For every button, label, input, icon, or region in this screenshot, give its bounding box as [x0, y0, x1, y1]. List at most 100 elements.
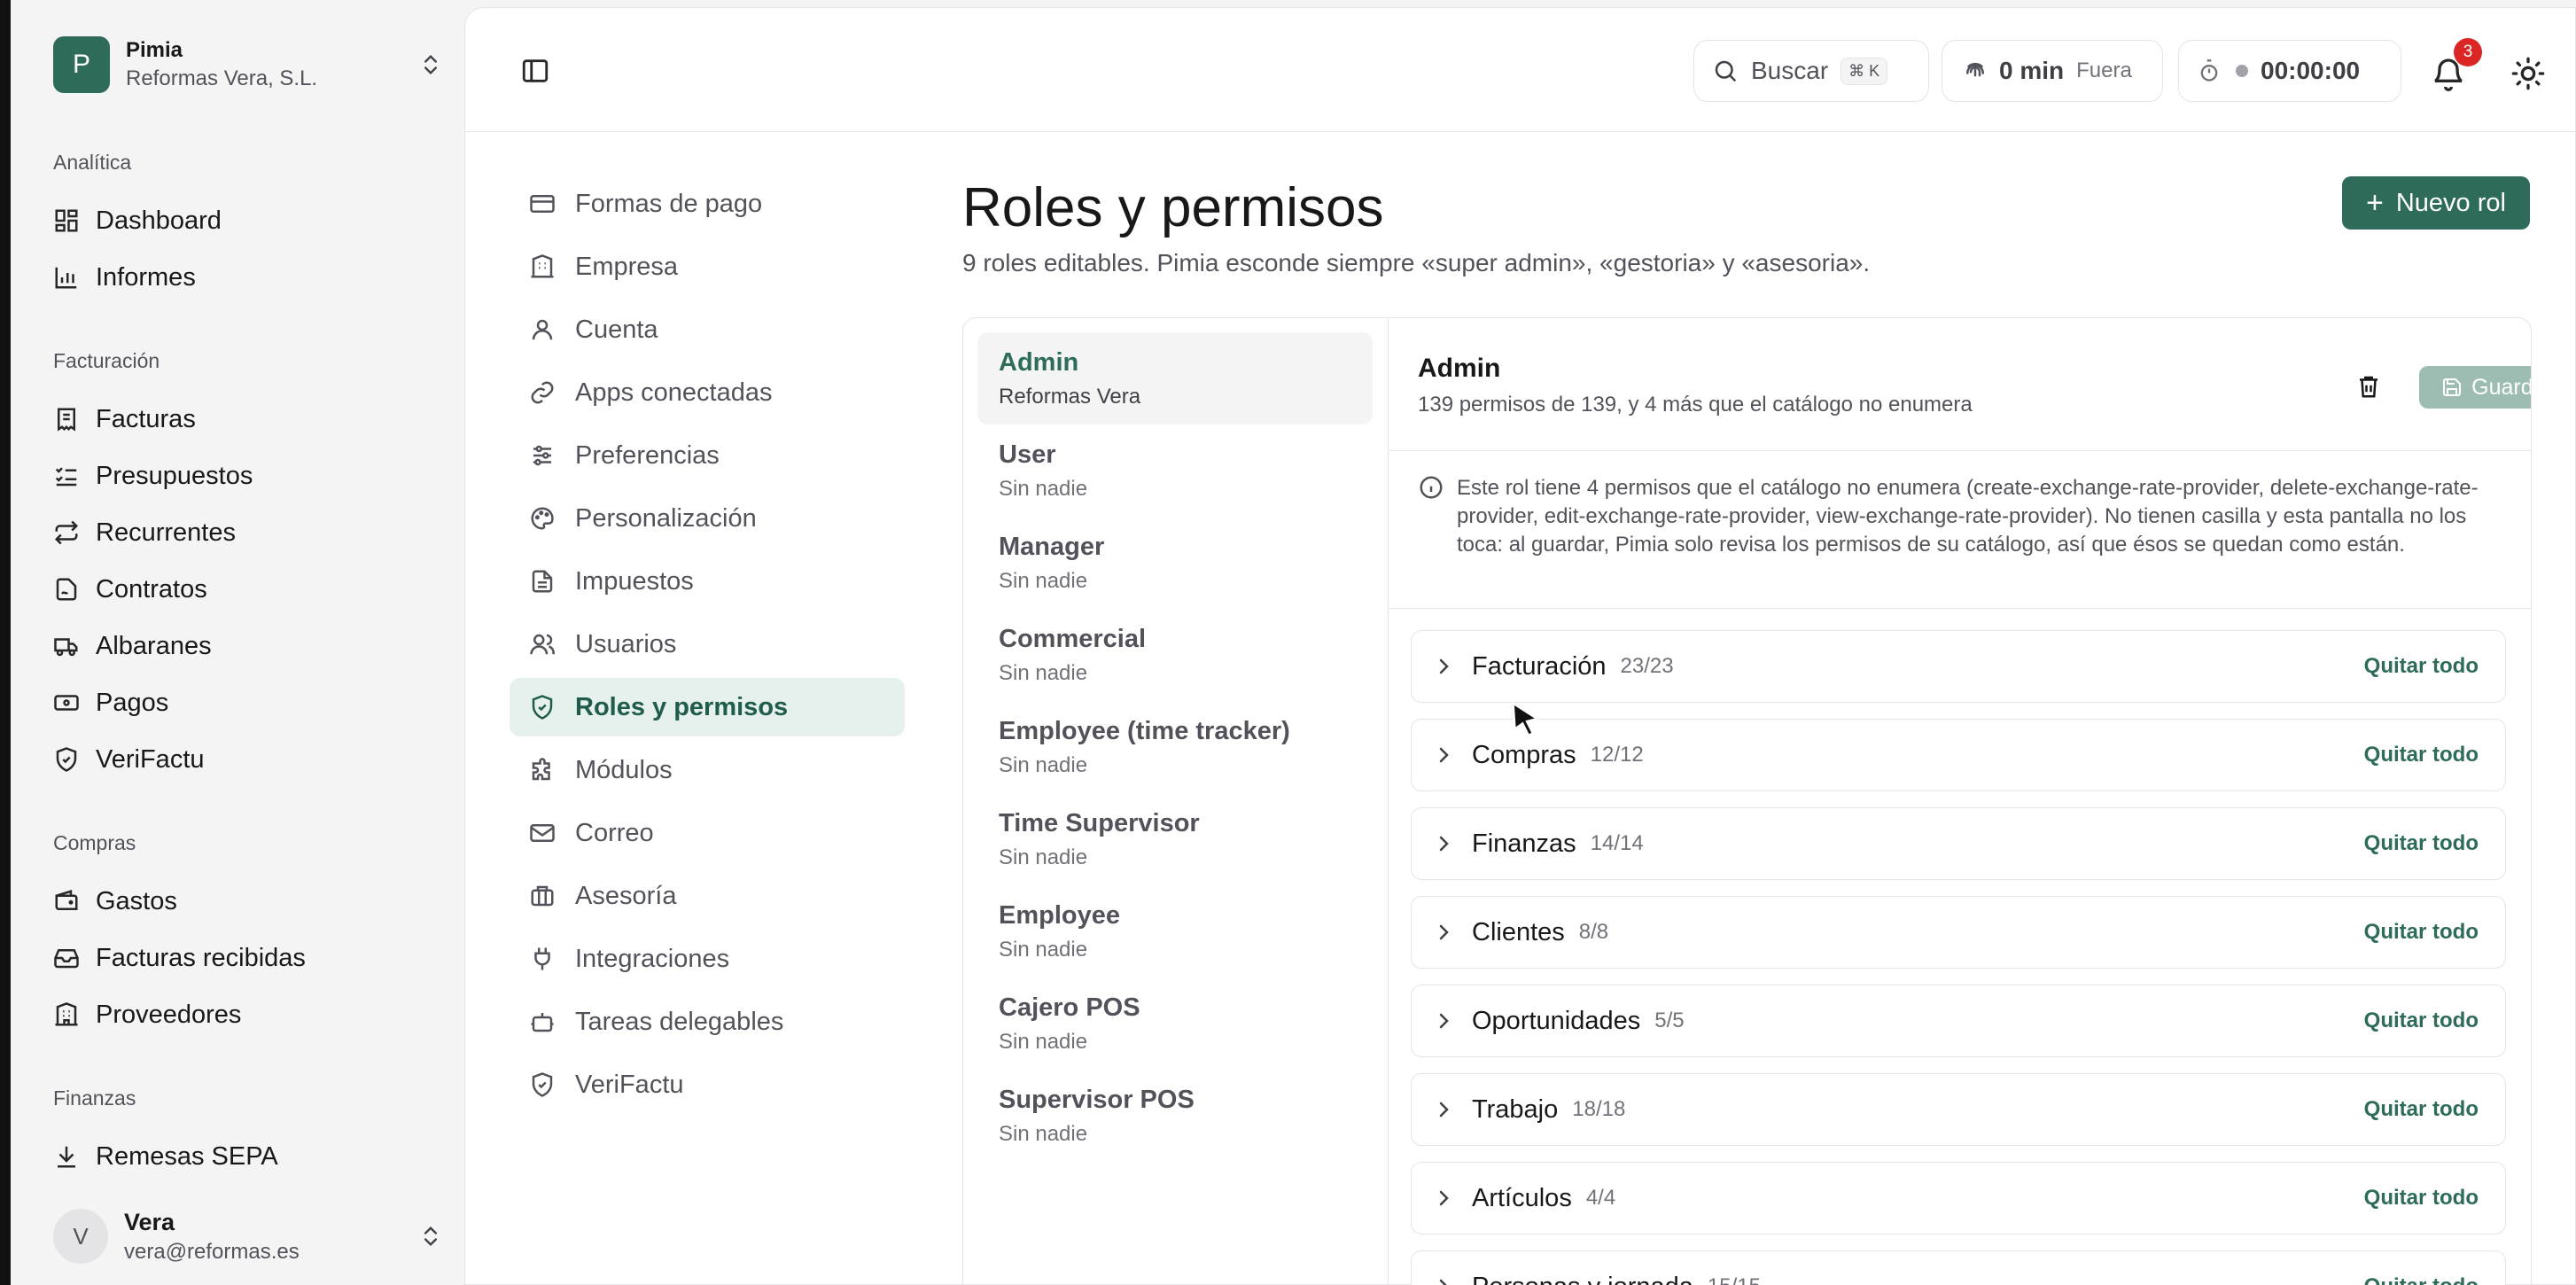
chevrons-up-down-icon	[424, 1227, 437, 1246]
role-item-manager[interactable]: Manager Sin nadie	[977, 517, 1373, 609]
sidebar-item-label: Facturas	[96, 404, 196, 433]
category-name: Compras	[1472, 740, 1576, 769]
sidebar-item-gastos[interactable]: Gastos	[53, 876, 443, 926]
role-item-user[interactable]: User Sin nadie	[977, 424, 1373, 517]
remove-all-button[interactable]: Quitar todo	[2364, 1186, 2479, 1211]
role-name: Employee (time tracker)	[999, 717, 1290, 745]
settings-nav-item-preferencias[interactable]: Preferencias	[510, 426, 905, 485]
remove-all-button[interactable]: Quitar todo	[2364, 743, 2479, 767]
download-icon	[58, 1146, 75, 1168]
banknote-icon	[54, 695, 79, 711]
settings-nav-item-integraciones[interactable]: Integraciones	[510, 930, 905, 988]
sidebar-item-label: Recurrentes	[96, 518, 236, 547]
role-detail-summary: 139 permisos de 139, y 4 más que el catá…	[1418, 393, 1973, 417]
role-item-commercial[interactable]: Commercial Sin nadie	[977, 609, 1373, 701]
chevron-right-icon	[1439, 1190, 1449, 1206]
role-item-employee[interactable]: Employee Sin nadie	[977, 885, 1373, 977]
settings-nav-item-cuenta[interactable]: Cuenta	[510, 300, 905, 359]
role-item-admin[interactable]: Admin Reformas Vera	[977, 332, 1373, 424]
permission-category-articulos[interactable]: Artículos 4/4 Quitar todo	[1411, 1162, 2506, 1234]
settings-nav-item-roles-y-permisos[interactable]: Roles y permisos	[510, 678, 905, 736]
settings-nav-item-correo[interactable]: Correo	[510, 804, 905, 862]
category-name: Facturación	[1472, 651, 1607, 681]
role-item-employee-time-tracker[interactable]: Employee (time tracker) Sin nadie	[977, 701, 1373, 793]
settings-nav-item-impuestos[interactable]: Impuestos	[510, 552, 905, 611]
role-item-time-supervisor[interactable]: Time Supervisor Sin nadie	[977, 793, 1373, 885]
role-name: Cajero POS	[999, 993, 1140, 1022]
bar-chart-icon	[55, 267, 77, 289]
search-label: Buscar	[1751, 57, 1829, 84]
permission-category-facturacion[interactable]: Facturación 23/23 Quitar todo	[1411, 630, 2506, 703]
save-label: Guardar	[2471, 374, 2532, 400]
permission-category-personas-y-jornada[interactable]: Personas y jornada 15/15 Quitar todo	[1411, 1250, 2506, 1285]
settings-nav-item-tareas-delegables[interactable]: Tareas delegables	[510, 993, 905, 1051]
inbox-icon	[54, 949, 79, 969]
sidebar-item-presupuestos[interactable]: Presupuestos	[53, 451, 443, 501]
search-button[interactable]: Buscar ⌘ K	[1693, 40, 1929, 102]
user-menu[interactable]: V Vera vera@reformas.es	[53, 1205, 443, 1267]
settings-nav-item-personalizacion[interactable]: Personalización	[510, 489, 905, 548]
permission-category-compras[interactable]: Compras 12/12 Quitar todo	[1411, 719, 2506, 791]
role-members: Sin nadie	[999, 753, 1088, 777]
timer-button[interactable]: 00:00:00	[2178, 40, 2401, 102]
section-label-analitica: Analítica	[53, 151, 132, 174]
settings-nav-label: Tareas delegables	[575, 1007, 784, 1036]
remove-all-button[interactable]: Quitar todo	[2364, 920, 2479, 945]
sidebar-item-label: Informes	[96, 262, 196, 292]
settings-nav-item-empresa[interactable]: Empresa	[510, 238, 905, 296]
role-detail: Admin 139 permisos de 139, y 4 más que e…	[1389, 318, 2532, 1285]
settings-nav-item-verifactu[interactable]: VeriFactu	[510, 1055, 905, 1114]
sidebar-item-verifactu[interactable]: VeriFactu	[53, 735, 443, 784]
role-item-supervisor-pos[interactable]: Supervisor POS Sin nadie	[977, 1070, 1373, 1162]
settings-nav-item-formas-de-pago[interactable]: Formas de pago	[510, 175, 905, 233]
remove-all-button[interactable]: Quitar todo	[2364, 831, 2479, 856]
role-members: Sin nadie	[999, 845, 1088, 869]
sidebar-item-pagos[interactable]: Pagos	[53, 678, 443, 728]
sidebar-item-albaranes[interactable]: Albaranes	[53, 621, 443, 671]
sidebar-item-remesas-sepa[interactable]: Remesas SEPA	[53, 1132, 443, 1181]
remove-all-button[interactable]: Quitar todo	[2364, 654, 2479, 679]
remove-all-button[interactable]: Quitar todo	[2364, 1097, 2479, 1122]
permission-category-finanzas[interactable]: Finanzas 14/14 Quitar todo	[1411, 807, 2506, 880]
settings-nav-item-usuarios[interactable]: Usuarios	[510, 615, 905, 674]
sidebar-item-dashboard[interactable]: Dashboard	[53, 196, 443, 245]
plus-icon: +	[2366, 185, 2384, 220]
remove-all-button[interactable]: Quitar todo	[2364, 1009, 2479, 1033]
repeat-icon	[54, 520, 79, 545]
new-role-button[interactable]: + Nuevo rol	[2342, 176, 2530, 230]
timer-value: 00:00:00	[2261, 57, 2361, 84]
sun-icon[interactable]	[2510, 56, 2546, 91]
permission-category-trabajo[interactable]: Trabajo 18/18 Quitar todo	[1411, 1073, 2506, 1146]
save-button[interactable]: Guardar	[2419, 366, 2532, 409]
sidebar-item-contratos[interactable]: Contratos	[53, 565, 443, 614]
trash-icon[interactable]	[2355, 373, 2382, 400]
org-switcher[interactable]: P Pimia Reformas Vera, S.L.	[53, 35, 443, 94]
search-shortcut: ⌘ K	[1841, 57, 1888, 85]
role-members: Reformas Vera	[999, 385, 1141, 409]
remove-all-button[interactable]: Quitar todo	[2364, 1274, 2479, 1285]
document-icon	[532, 570, 553, 593]
category-count: 12/12	[1590, 743, 1644, 767]
settings-nav-item-apps-conectadas[interactable]: Apps conectadas	[510, 363, 905, 422]
sidebar-item-recurrentes[interactable]: Recurrentes	[53, 508, 443, 557]
settings-nav-item-modulos[interactable]: Módulos	[510, 741, 905, 799]
sidebar-item-informes[interactable]: Informes	[53, 253, 443, 302]
sidebar-toggle-icon[interactable]	[520, 56, 550, 86]
role-members: Sin nadie	[999, 477, 1088, 501]
clock-in-button[interactable]: 0 min Fuera	[1942, 40, 2163, 102]
permission-category-oportunidades[interactable]: Oportunidades 5/5 Quitar todo	[1411, 985, 2506, 1057]
settings-nav-label: Formas de pago	[575, 189, 763, 218]
category-count: 4/4	[1585, 1186, 1616, 1210]
permission-category-clientes[interactable]: Clientes 8/8 Quitar todo	[1411, 896, 2506, 969]
chevron-right-icon	[1439, 747, 1449, 763]
role-item-cajero-pos[interactable]: Cajero POS Sin nadie	[977, 977, 1373, 1070]
sidebar-item-facturas-recibidas[interactable]: Facturas recibidas	[53, 933, 443, 983]
settings-nav-item-asesoria[interactable]: Asesoría	[510, 867, 905, 925]
info-notice-text: Este rol tiene 4 permisos que el catálog…	[1457, 476, 2479, 557]
role-name: Supervisor POS	[999, 1086, 1195, 1114]
settings-nav-label: Módulos	[575, 755, 673, 784]
sidebar-item-proveedores[interactable]: Proveedores	[53, 990, 443, 1040]
settings-nav-label: Asesoría	[575, 881, 677, 910]
sidebar-item-facturas[interactable]: Facturas	[53, 394, 443, 444]
category-name: Clientes	[1472, 917, 1565, 946]
